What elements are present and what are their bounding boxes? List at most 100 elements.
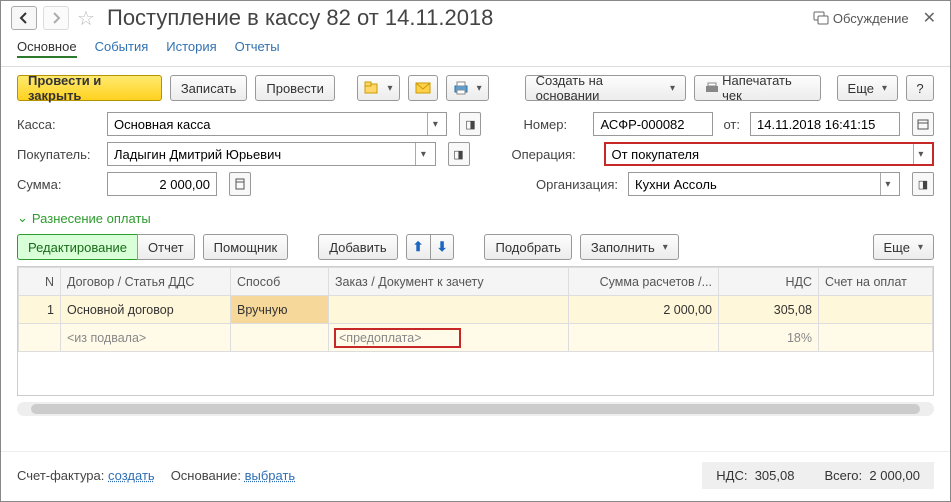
sum-label: Сумма: [17,177,97,192]
email-button[interactable] [408,75,438,101]
more-button[interactable]: Еще [837,75,898,101]
cell-dds[interactable]: Основной договор [61,296,231,324]
operation-label: Операция: [512,147,594,162]
col-zak[interactable]: Заказ / Документ к зачету [329,268,569,296]
move-down-button[interactable]: ⬇ [430,234,455,260]
osn-select-link[interactable]: выбрать [245,468,296,483]
buyer-label: Покупатель: [17,147,97,162]
date-input[interactable] [750,112,900,136]
buyer-input[interactable]: ▾ [107,142,436,166]
cell-sum[interactable]: 2 000,00 [569,296,719,324]
kassa-open-button[interactable]: ◨ [459,112,481,136]
title-bar: ☆ Поступление в кассу 82 от 14.11.2018 О… [1,1,950,37]
sf-create-link[interactable]: создать [108,468,155,483]
post-and-close-button[interactable]: Провести и закрыть [17,75,162,101]
kassa-input[interactable]: ▾ [107,112,447,136]
calculator-icon [235,178,245,190]
date-field[interactable] [755,116,895,133]
cell-sposob[interactable] [231,324,329,352]
chevron-down-icon: ⌄ [17,210,28,226]
totals-nds-value: 305,08 [755,468,795,483]
help-button[interactable]: ? [906,75,934,101]
date-calendar-button[interactable] [912,112,934,136]
cell-nds[interactable]: 305,08 [719,296,819,324]
col-dds[interactable]: Договор / Статья ДДС [61,268,231,296]
from-label: от: [723,117,740,132]
sum-calc-button[interactable] [229,172,251,196]
buyer-dropdown-icon[interactable]: ▾ [415,143,430,165]
cell-nds[interactable]: 18% [719,324,819,352]
tab-events[interactable]: События [95,37,149,58]
receipt-printer-icon [705,82,718,94]
org-open-button[interactable]: ◨ [912,172,934,196]
buyer-open-button[interactable]: ◨ [448,142,470,166]
edit-mode-button[interactable]: Редактирование [17,234,138,260]
cell-schet[interactable] [819,324,933,352]
table-row[interactable]: 1 Основной договор Вручную 2 000,00 305,… [19,296,933,324]
cell-zak[interactable]: <предоплата> [329,324,569,352]
col-sposob[interactable]: Способ [231,268,329,296]
fill-button[interactable]: Заполнить [580,234,679,260]
org-input[interactable]: ▾ [628,172,900,196]
add-row-button[interactable]: Добавить [318,234,397,260]
tab-reports[interactable]: Отчеты [235,37,280,58]
save-button[interactable]: Записать [170,75,248,101]
kassa-field[interactable] [112,116,427,133]
print-check-button[interactable]: Напечатать чек [694,75,821,101]
nav-forward-button[interactable] [43,6,69,30]
operation-input[interactable]: ▾ [604,142,935,166]
horizontal-scrollbar[interactable] [17,402,934,416]
col-nds[interactable]: НДС [719,268,819,296]
col-sum[interactable]: Сумма расчетов /... [569,268,719,296]
cell-sum[interactable] [569,324,719,352]
close-icon[interactable]: ✕ [919,8,940,28]
kassa-dropdown-icon[interactable]: ▾ [427,113,442,135]
form-area: Касса: ▾ ◨ Номер: от: Покупатель: [1,110,950,208]
sum-field[interactable] [112,176,212,193]
move-up-button[interactable]: ⬆ [406,234,431,260]
create-based-button[interactable]: Создать на основании [525,75,686,101]
cell-zak-value: <предоплата> [335,329,460,347]
pick-button[interactable]: Подобрать [484,234,571,260]
table-more-button[interactable]: Еще [873,234,934,260]
operation-field[interactable] [610,146,913,163]
org-label: Организация: [536,177,618,192]
cell-dds[interactable]: <из подвала> [61,324,231,352]
cell-n[interactable] [19,324,61,352]
sum-input[interactable] [107,172,217,196]
discussion-icon [813,11,829,25]
report-mode-button[interactable]: Отчет [137,234,195,260]
folder-icon [364,81,380,95]
assistant-button[interactable]: Помощник [203,234,289,260]
cell-zak[interactable] [329,296,569,324]
table-row[interactable]: <из подвала> <предоплата> 18% [19,324,933,352]
col-n[interactable]: N [19,268,61,296]
sf-label: Счет-фактура: [17,468,104,483]
buyer-field[interactable] [112,146,415,163]
payment-section-header[interactable]: ⌄ Разнесение оплаты [1,208,950,228]
tab-main[interactable]: Основное [17,37,77,58]
payment-table[interactable]: N Договор / Статья ДДС Способ Заказ / До… [17,266,934,396]
col-schet[interactable]: Счет на оплат [819,268,933,296]
totals-total-label: Всего: [824,468,862,483]
favorite-star-icon[interactable]: ☆ [75,7,97,29]
cell-n[interactable]: 1 [19,296,61,324]
number-input[interactable] [593,112,713,136]
scrollbar-thumb[interactable] [31,404,920,414]
kassa-label: Касса: [17,117,97,132]
cell-sposob[interactable]: Вручную [231,296,329,324]
nav-back-button[interactable] [11,6,37,30]
org-dropdown-icon[interactable]: ▾ [880,173,895,195]
totals-nds-label: НДС: [716,468,747,483]
cell-schet[interactable] [819,296,933,324]
print-button[interactable] [446,75,489,101]
tab-history[interactable]: История [166,37,216,58]
page-title: Поступление в кассу 82 от 14.11.2018 [107,5,807,31]
attach-button[interactable] [357,75,400,101]
org-field[interactable] [633,176,880,193]
discussion-button[interactable]: Обсуждение [813,11,909,26]
move-segment: ⬆ ⬇ [406,234,455,260]
operation-dropdown-icon[interactable]: ▾ [913,144,928,164]
number-field[interactable] [598,116,708,133]
post-button[interactable]: Провести [255,75,335,101]
